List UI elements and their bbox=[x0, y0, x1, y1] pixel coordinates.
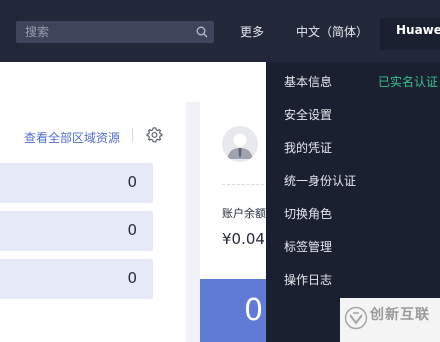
menu-item-basic-info[interactable]: 基本信息 bbox=[284, 73, 332, 90]
watermark-text: 创新互联 bbox=[370, 307, 430, 323]
menu-item-security-settings[interactable]: 安全设置 bbox=[284, 106, 332, 123]
watermark: 创新互联 bbox=[340, 298, 440, 342]
resource-count: 0 bbox=[127, 269, 137, 287]
view-all-regions-link[interactable]: 查看全部区域资源 bbox=[24, 129, 120, 146]
pending-count: 0 bbox=[244, 293, 264, 328]
gear-icon[interactable] bbox=[146, 126, 163, 143]
top-navigation-bar: 更多 中文（简体） Huawei_ bbox=[0, 0, 440, 62]
resource-count: 0 bbox=[127, 173, 137, 191]
menu-item-identity-auth[interactable]: 统一身份认证 bbox=[284, 172, 356, 189]
account-balance-label: 账户余额 bbox=[222, 207, 266, 220]
search-input[interactable] bbox=[16, 21, 195, 43]
divider bbox=[132, 128, 133, 142]
menu-item-switch-role[interactable]: 切换角色 bbox=[284, 205, 332, 222]
username-label: Huawei_ bbox=[396, 23, 440, 37]
menu-item-operation-log[interactable]: 操作日志 bbox=[284, 271, 332, 288]
resources-card: 查看全部区域资源 0 0 0 bbox=[0, 102, 186, 342]
menu-item-credentials[interactable]: 我的凭证 bbox=[284, 139, 332, 156]
watermark-logo-icon bbox=[344, 306, 368, 330]
resource-stat-row[interactable]: 0 bbox=[0, 211, 153, 251]
avatar bbox=[222, 126, 258, 162]
search-icon[interactable] bbox=[196, 26, 208, 38]
resource-stat-row[interactable]: 0 bbox=[0, 259, 153, 299]
resource-stat-row[interactable]: 0 bbox=[0, 163, 153, 203]
resource-count: 0 bbox=[127, 221, 137, 239]
user-menu-button[interactable]: Huawei_ bbox=[380, 18, 440, 50]
language-selector[interactable]: 中文（简体） bbox=[296, 23, 368, 40]
menu-item-tag-management[interactable]: 标签管理 bbox=[284, 238, 332, 255]
account-balance-value: ¥0.04 bbox=[222, 230, 265, 248]
verified-badge: 已实名认证 bbox=[378, 75, 439, 89]
search-box[interactable] bbox=[16, 21, 214, 43]
more-menu[interactable]: 更多 bbox=[240, 23, 264, 40]
pending-count-block[interactable]: 0 bbox=[200, 279, 270, 342]
